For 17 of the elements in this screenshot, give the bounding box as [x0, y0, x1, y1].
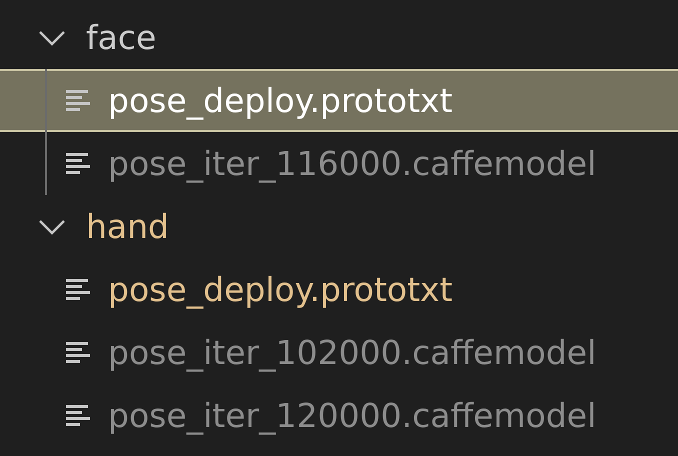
file-row[interactable]: pose_iter_102000.caffemodel — [0, 321, 678, 384]
folder-name[interactable]: hand — [86, 207, 169, 246]
file-name: pose_iter_102000.caffemodel — [108, 333, 596, 372]
text-file-icon — [66, 342, 90, 364]
file-row[interactable]: pose_deploy.prototxt — [0, 258, 678, 321]
text-file-icon — [66, 90, 90, 112]
text-file-icon — [66, 404, 90, 426]
file-row[interactable]: pose_iter_116000.caffemodel — [0, 132, 678, 195]
file-name: pose_deploy.prototxt — [108, 270, 453, 309]
file-row[interactable]: pose_deploy.prototxt — [0, 69, 678, 132]
text-file-icon — [66, 152, 90, 174]
file-name: pose_iter_120000.caffemodel — [108, 396, 596, 435]
file-name: pose_deploy.prototxt — [108, 81, 453, 120]
folder-name[interactable]: face — [86, 18, 156, 57]
file-row[interactable]: pose_iter_120000.caffemodel — [0, 384, 678, 447]
file-name: pose_iter_116000.caffemodel — [108, 144, 596, 183]
text-file-icon — [66, 278, 90, 300]
